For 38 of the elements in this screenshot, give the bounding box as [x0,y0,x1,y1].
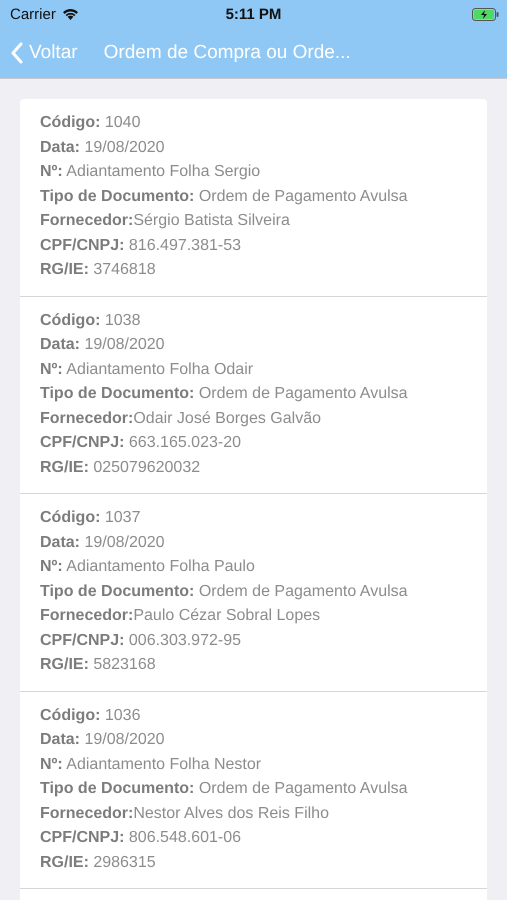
record-field: Data: 19/08/2020 [40,728,467,752]
chevron-icon [10,42,23,64]
record-card[interactable]: Código: 1040 Data: 19/08/2020 Nº: Adiantamento Folha Sergio Tipo de Documento: Ordem de Pagamento Avulsa Fornecedor:Sérgio Batista Silveira CPF/CNPJ: 816.497.381-53 RG/IE: 3746818 [20,99,487,296]
record-field: Fornecedor:Nestor Alves dos Reis Filho [40,802,467,826]
record-field: Nº: Adiantamento Folha Paulo [40,555,467,580]
clock-time: 5:11 PM [226,6,282,22]
record-field: Tipo de Documento: Ordem de Pagamento Avulsa [40,777,467,802]
carrier-label: Carrier [10,6,56,22]
record-field: Fornecedor:Sérgio Batista Silveira [40,209,467,234]
wifi-icon [62,8,79,20]
record-field: Tipo de Documento: Ordem de Pagamento Avulsa [40,382,467,406]
record-field: Nº: Adiantamento Folha Nestor [40,752,467,777]
record-field: Nº: Adiantamento Folha Sergio [40,160,467,184]
record-card[interactable]: Código: 1038 Data: 19/08/2020 Nº: Adiantamento Folha Odair Tipo de Documento: Ordem de Pagamento Avulsa Fornecedor:Odair José Borges Galvão CPF/CNPJ: 663.165.023-20 RG/IE: 025079620032 [20,296,487,494]
record-field: Data: 19/08/2020 [40,333,467,358]
record-field: Tipo de Documento: Ordem de Pagamento Avulsa [40,580,467,604]
record-field: Código: 1037 [40,506,467,530]
record-field: RG/IE: 5823168 [40,653,467,678]
record-field: CPF/CNPJ: 806.548.601-06 [40,826,467,850]
record-card[interactable]: Código: 1036 Data: 19/08/2020 Nº: Adiantamento Folha Nestor Tipo de Documento: Ordem de Pagamento Avulsa Fornecedor:Nestor Alves dos Reis Filho CPF/CNPJ: 806.548.601-06 RG/IE: 2986315 [20,692,487,889]
record-field: RG/IE: 025079620032 [40,456,467,480]
record-field: Data: 19/08/2020 [40,136,467,160]
record-field: Data: 19/08/2020 [40,530,467,555]
record-field: Código: 1038 [40,308,467,333]
battery-icon [472,8,499,20]
record-card[interactable]: Código: 1037 Data: 19/08/2020 Nº: Adiantamento Folha Paulo Tipo de Documento: Ordem de Pagamento Avulsa Fornecedor:Paulo Cézar Sobral Lopes CPF/CNPJ: 006.303.972-95 RG/IE: 5823168 [20,494,487,692]
record-field: CPF/CNPJ: 006.303.972-95 [40,628,467,653]
record-field: Código: 1036 [40,704,467,728]
record-field: Tipo de Documento: Ordem de Pagamento Avulsa [40,184,467,209]
record-field: RG/IE: 2986315 [40,850,467,875]
record-field: Fornecedor:Paulo Cézar Sobral Lopes [40,604,467,628]
screen-title: Ordem de Compra ou Orde... [104,42,351,64]
record-field: CPF/CNPJ: 663.165.023-20 [40,431,467,456]
record-field: CPF/CNPJ: 816.497.381-53 [40,234,467,258]
record-field: Código: 1040 [40,111,467,136]
record-field: Nº: Adiantamento Folha Odair [40,358,467,382]
record-field: RG/IE: 3746818 [40,258,467,282]
record-field: Fornecedor:Odair José Borges Galvão [40,406,467,431]
